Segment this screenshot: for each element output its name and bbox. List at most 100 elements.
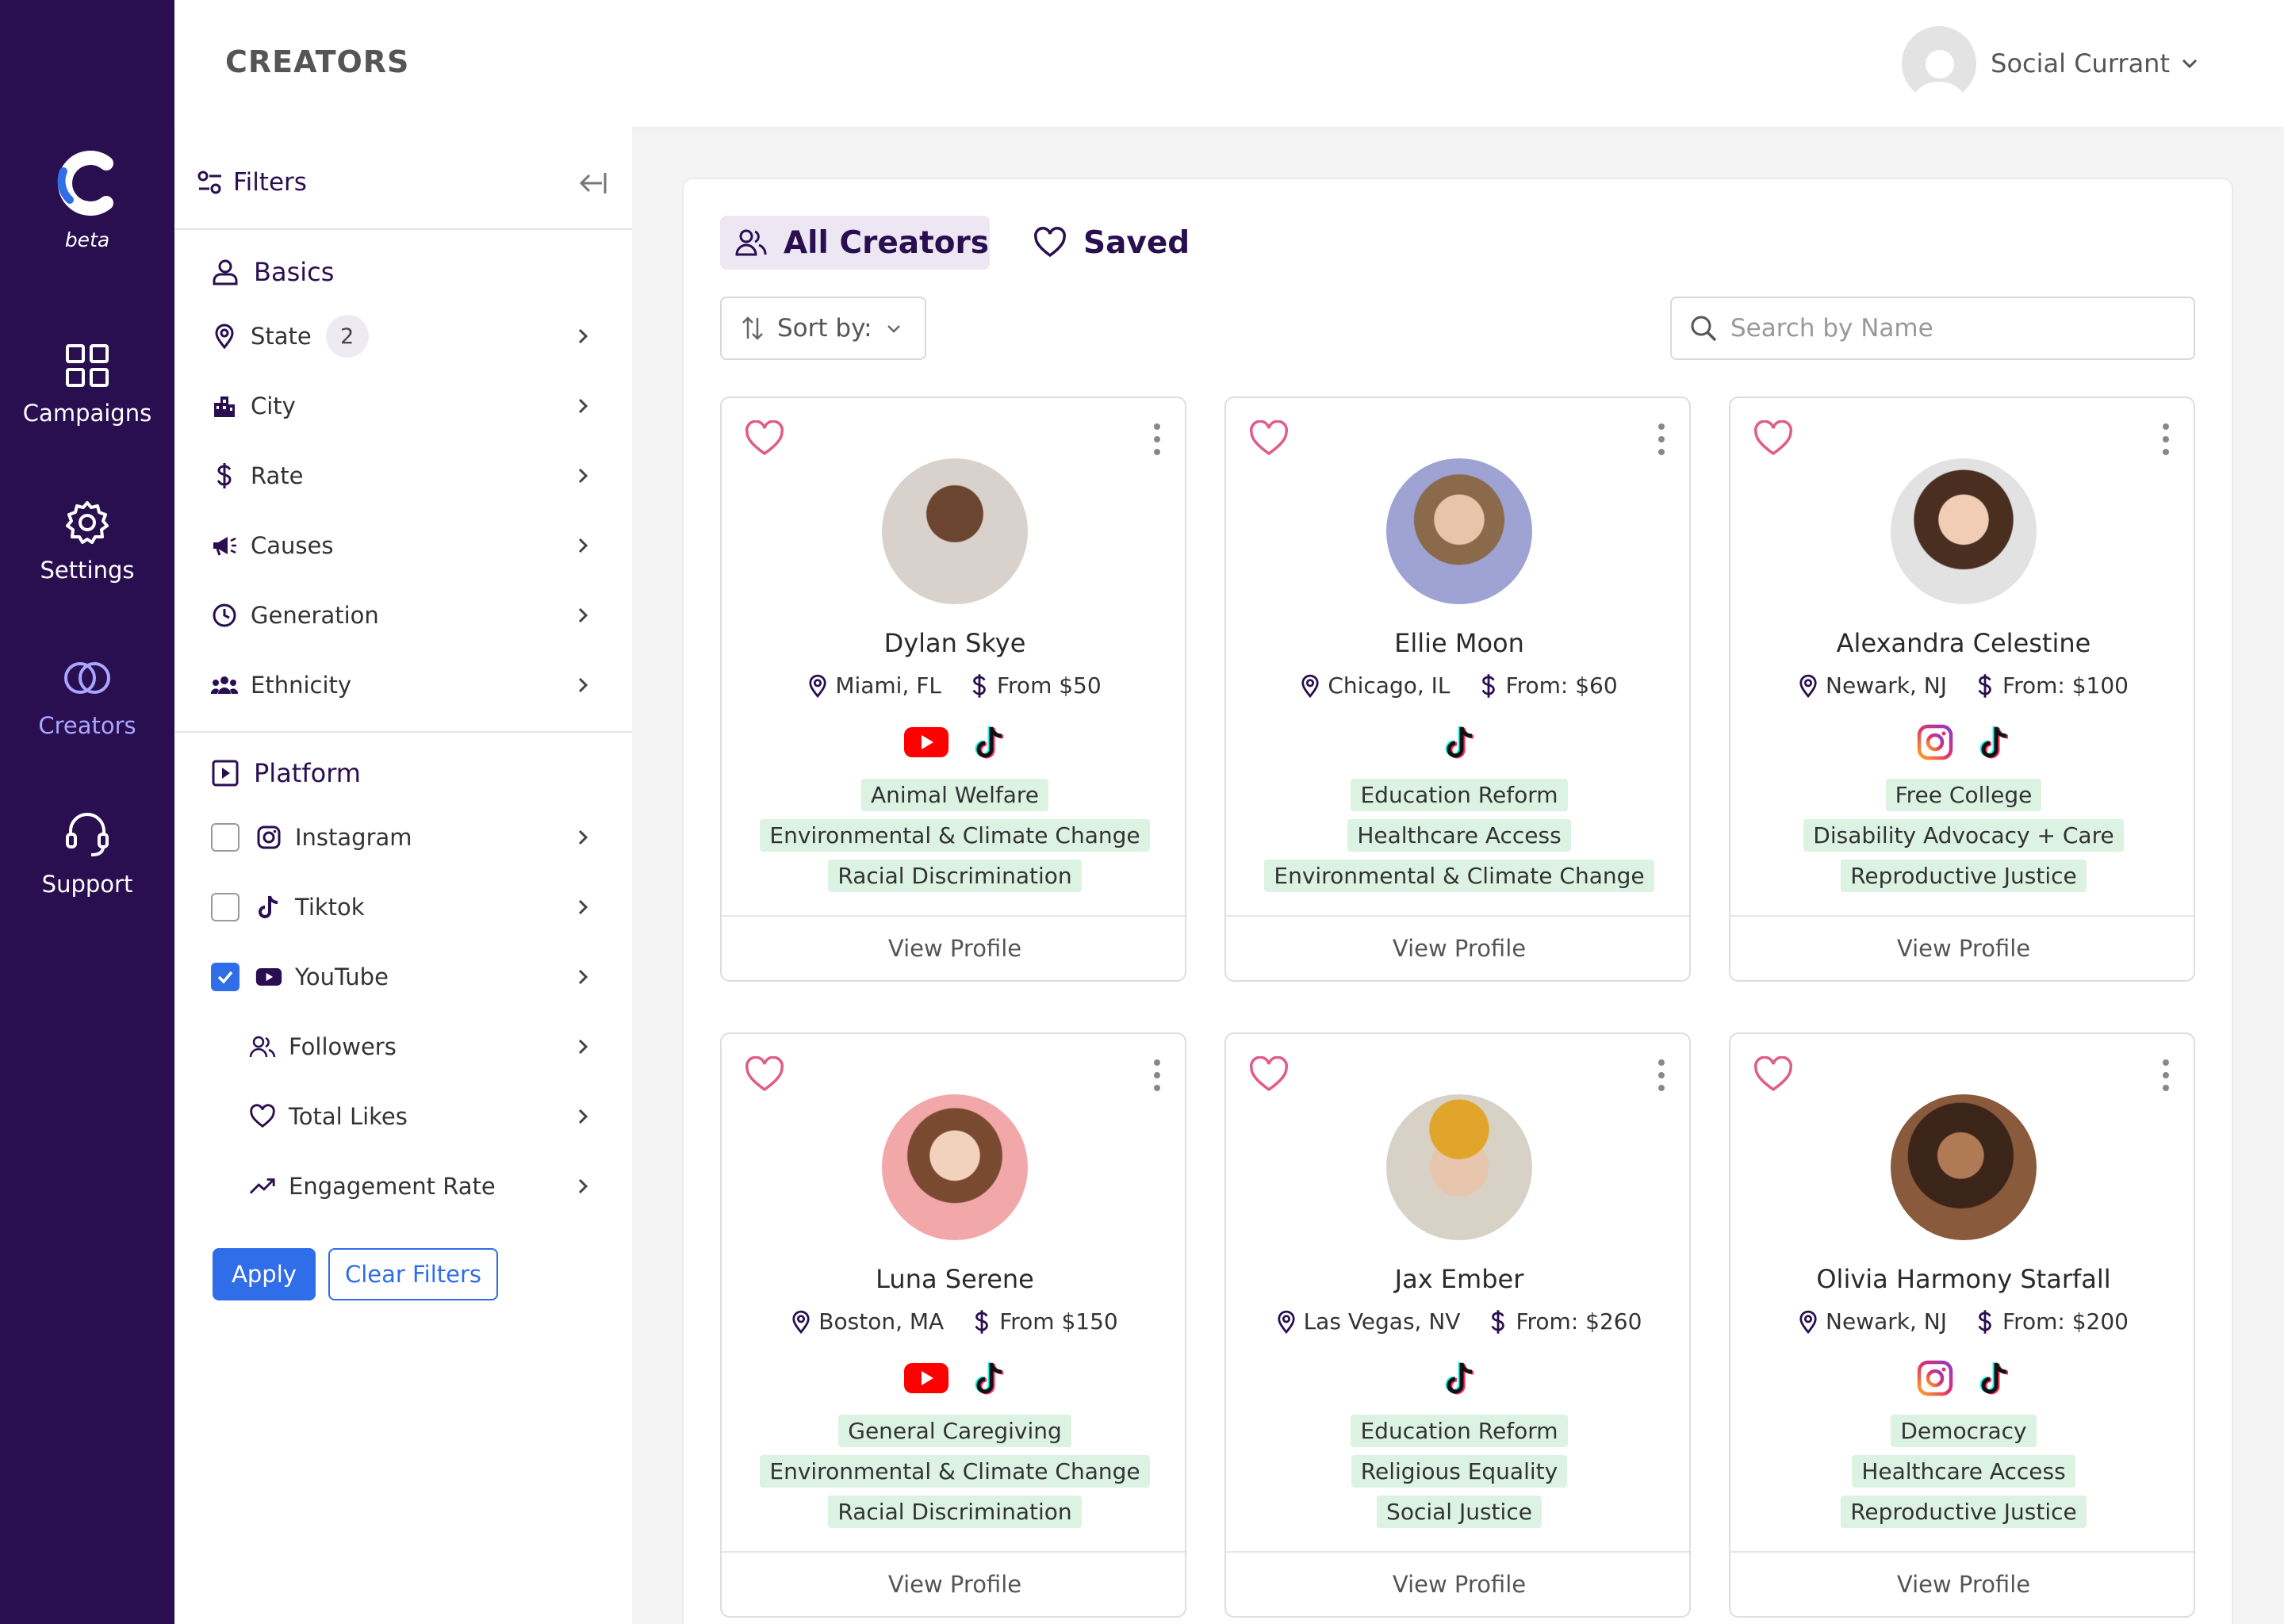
creator-rate: From: $200 [2002, 1308, 2129, 1335]
creator-meta: Las Vegas, NV From: $260 [1226, 1308, 1689, 1335]
view-profile-button[interactable]: View Profile [722, 915, 1185, 980]
youtube-icon [904, 1363, 948, 1393]
count-badge: 2 [325, 315, 369, 358]
filter-tiktok[interactable]: Tiktok [211, 883, 607, 931]
app-logo[interactable] [52, 147, 124, 219]
cause-tag: Racial Discrimination [828, 860, 1082, 892]
filter-engagement-rate[interactable]: Engagement Rate [249, 1162, 607, 1210]
filter-followers[interactable]: Followers [249, 1023, 607, 1071]
nav-label: Settings [40, 557, 135, 584]
filter-label: Generation [251, 602, 379, 629]
clear-filters-button[interactable]: Clear Filters [328, 1248, 498, 1300]
creator-tags: General Caregiving Environmental & Clima… [722, 1415, 1185, 1536]
filter-total-likes[interactable]: Total Likes [249, 1093, 607, 1140]
creator-grid: Dylan Skye Miami, FL From $50 Animal Wel… [720, 396, 2197, 1624]
tab-saved[interactable]: Saved [1025, 216, 1190, 270]
filter-youtube[interactable]: YouTube [211, 953, 607, 1001]
tiktok-icon [259, 895, 278, 918]
nav-item-campaigns[interactable]: Campaigns [0, 343, 174, 427]
filter-rate[interactable]: Rate [211, 452, 607, 500]
filter-label: Tiktok [295, 894, 365, 921]
filter-generation[interactable]: Generation [211, 592, 607, 639]
pin-icon [215, 324, 234, 349]
view-profile-button[interactable]: View Profile [1730, 1551, 2194, 1616]
cause-tag: Healthcare Access [1347, 819, 1571, 852]
filter-ethnicity[interactable]: Ethnicity [211, 661, 607, 709]
filter-city[interactable]: City [211, 382, 607, 430]
sort-label: Sort by: [777, 314, 872, 343]
chevron-down-icon [2182, 59, 2198, 69]
creator-tags: Animal Welfare Environmental & Climate C… [722, 779, 1185, 900]
chevron-right-icon [578, 1178, 588, 1194]
apply-button[interactable]: Apply [213, 1248, 316, 1300]
creators-panel: All Creators Saved Sort by: Dylan Skye M… [682, 178, 2233, 1624]
search-input[interactable] [1730, 314, 2175, 343]
account-menu[interactable]: Social Currant [1902, 25, 2200, 102]
filter-causes[interactable]: Causes [211, 522, 607, 569]
filter-label: Rate [251, 462, 304, 489]
search-box [1670, 297, 2195, 360]
view-profile-button[interactable]: View Profile [1226, 915, 1689, 980]
chevron-right-icon [578, 607, 588, 623]
nav-item-support[interactable]: Support [0, 810, 174, 898]
headset-icon [66, 813, 109, 856]
instagram-checkbox[interactable] [211, 823, 240, 852]
cause-tag: Environmental & Climate Change [760, 1455, 1150, 1488]
creator-meta: Chicago, IL From: $60 [1226, 672, 1689, 699]
cause-tag: Disability Advocacy + Care [1803, 819, 2124, 852]
cause-tag: Education Reform [1351, 779, 1568, 811]
creator-name: Jax Ember [1394, 1264, 1524, 1294]
account-name: Social Currant [1991, 48, 2170, 79]
creator-card: Alexandra Celestine Newark, NJ From: $10… [1729, 396, 2195, 982]
filter-state[interactable]: State 2 [211, 312, 607, 360]
view-profile-button[interactable]: View Profile [1226, 1551, 1689, 1616]
save-heart-icon[interactable] [1248, 420, 1290, 457]
creator-photo [1891, 1094, 2037, 1240]
people-icon [211, 676, 238, 694]
filter-instagram[interactable]: Instagram [211, 814, 607, 861]
youtube-checkbox[interactable] [211, 963, 240, 991]
collapse-panel-icon[interactable] [577, 170, 608, 197]
view-profile-button[interactable]: View Profile [1730, 915, 2194, 980]
save-heart-icon[interactable] [1753, 1056, 1794, 1093]
view-profile-button[interactable]: View Profile [722, 1551, 1185, 1616]
top-bar: CREATORS Social Currant [174, 0, 2284, 127]
dollar-icon [1978, 1309, 1991, 1334]
tab-all-creators[interactable]: All Creators [720, 216, 990, 270]
save-heart-icon[interactable] [1248, 1056, 1290, 1093]
person-icon [213, 259, 238, 285]
chevron-right-icon [578, 328, 588, 344]
chevron-down-icon [887, 325, 900, 333]
tiktok-icon [975, 726, 1004, 759]
rings-icon [64, 662, 110, 694]
tiktok-icon [975, 1362, 1004, 1395]
sort-dropdown[interactable]: Sort by: [720, 297, 926, 360]
creator-meta: Miami, FL From $50 [722, 672, 1185, 699]
save-heart-icon[interactable] [744, 1056, 785, 1093]
more-options-icon[interactable] [1656, 422, 1667, 457]
dollar-icon [1481, 673, 1495, 698]
platform-section-title: Platform [211, 758, 361, 788]
grid-icon [66, 344, 109, 387]
tiktok-checkbox[interactable] [211, 893, 240, 921]
more-options-icon[interactable] [2160, 1058, 2171, 1093]
chevron-right-icon [578, 468, 588, 484]
filter-label: City [251, 393, 296, 419]
creator-photo [1386, 458, 1532, 604]
more-options-icon[interactable] [1656, 1058, 1667, 1093]
creator-rate: From: $60 [1505, 672, 1618, 699]
cause-tag: Education Reform [1351, 1415, 1568, 1447]
nav-item-creators[interactable]: Creators [0, 655, 174, 739]
chevron-right-icon [578, 1039, 588, 1055]
creator-photo [1386, 1094, 1532, 1240]
basics-section-title: Basics [211, 257, 334, 287]
more-options-icon[interactable] [2160, 422, 2171, 457]
divider [174, 228, 632, 230]
creator-meta: Newark, NJ From: $200 [1730, 1308, 2194, 1335]
nav-item-settings[interactable]: Settings [0, 500, 174, 584]
save-heart-icon[interactable] [744, 420, 785, 457]
save-heart-icon[interactable] [1753, 420, 1794, 457]
creator-tags: Democracy Healthcare Access Reproductive… [1730, 1415, 2194, 1536]
more-options-icon[interactable] [1152, 1058, 1163, 1093]
more-options-icon[interactable] [1152, 422, 1163, 457]
